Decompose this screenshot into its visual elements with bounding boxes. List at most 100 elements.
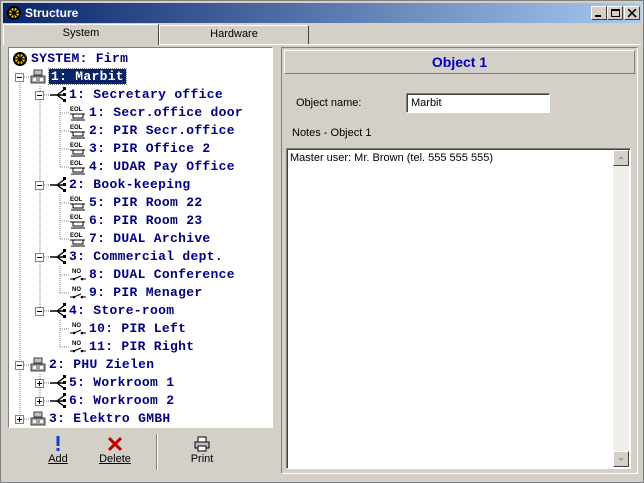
eol-input-icon: EOL bbox=[70, 215, 85, 229]
no-input-icon: NO bbox=[70, 323, 86, 335]
delete-button[interactable]: Delete bbox=[94, 430, 136, 472]
app-icon bbox=[7, 6, 21, 20]
group-icon bbox=[50, 249, 66, 264]
collapse-toggle[interactable] bbox=[15, 73, 24, 82]
svg-text:EOL: EOL bbox=[70, 197, 83, 203]
tree-node-label: 9: PIR Menager bbox=[89, 285, 203, 300]
eol-input-icon: EOL bbox=[70, 233, 85, 247]
toolbar-separator bbox=[156, 434, 158, 470]
scroll-up-button[interactable] bbox=[613, 150, 629, 166]
maximize-button[interactable] bbox=[607, 6, 623, 20]
delete-x-icon bbox=[108, 436, 122, 452]
details-header: Object 1 bbox=[284, 50, 635, 74]
eol-input-icon: EOL bbox=[70, 125, 85, 139]
panel-splitter[interactable] bbox=[275, 47, 279, 474]
svg-text:NO: NO bbox=[72, 341, 81, 347]
tree-node-label: 4: Store-room bbox=[69, 303, 175, 318]
tree-node-label: 3: PIR Office 2 bbox=[89, 141, 211, 156]
tree-node-label: 1: Secr.office door bbox=[89, 105, 243, 120]
tree-node-label: 1: Secretary office bbox=[69, 87, 223, 102]
minimize-button[interactable] bbox=[591, 6, 607, 20]
object-icon bbox=[30, 69, 46, 84]
print-button-label: Print bbox=[190, 453, 214, 465]
group-icon bbox=[50, 87, 66, 102]
tree-toolbar: Add Delete Print bbox=[8, 430, 273, 474]
window-title: Structure bbox=[25, 6, 79, 20]
tab-system[interactable]: System bbox=[3, 24, 159, 45]
svg-text:EOL: EOL bbox=[70, 125, 83, 131]
tree-node-label: 2: PHU Zielen bbox=[49, 357, 155, 372]
no-input-icon: NO bbox=[70, 341, 86, 353]
scroll-up-icon bbox=[618, 156, 624, 159]
svg-text:EOL: EOL bbox=[70, 233, 83, 239]
details-panel: Object 1 Object name: Notes - Object 1 M… bbox=[281, 47, 638, 474]
add-button[interactable]: Add bbox=[40, 430, 76, 472]
tree-node-label: 1: Marbit bbox=[48, 68, 127, 85]
svg-text:EOL: EOL bbox=[70, 107, 83, 113]
minimize-icon bbox=[595, 15, 601, 17]
object-name-label: Object name: bbox=[296, 97, 362, 109]
svg-text:NO: NO bbox=[72, 323, 81, 329]
tree-node-label: 7: DUAL Archive bbox=[89, 231, 211, 246]
object-icon bbox=[30, 357, 46, 372]
tab-hardware[interactable]: Hardware bbox=[159, 25, 309, 44]
collapse-toggle[interactable] bbox=[35, 181, 44, 190]
tree-node-label: 3: Elektro GMBH bbox=[49, 411, 171, 426]
collapse-toggle[interactable] bbox=[35, 307, 44, 316]
structure-tree[interactable]: SYSTEM: Firm 1: Marbit 1: Secretary offi… bbox=[8, 47, 273, 428]
tree-node-label: 6: PIR Room 23 bbox=[89, 213, 203, 228]
expand-toggle[interactable] bbox=[15, 415, 24, 424]
exclamation-icon bbox=[56, 436, 60, 451]
eol-input-icon: EOL bbox=[70, 161, 85, 175]
eol-input-icon: EOL bbox=[70, 107, 85, 121]
svg-text:NO: NO bbox=[72, 287, 81, 293]
scroll-down-icon bbox=[618, 458, 624, 461]
notes-text: Master user: Mr. Brown (tel. 555 555 555… bbox=[290, 152, 493, 164]
notes-scrollbar[interactable] bbox=[613, 150, 629, 467]
expand-toggle[interactable] bbox=[35, 379, 44, 388]
printer-icon bbox=[194, 436, 210, 452]
tab-hardware-label: Hardware bbox=[210, 28, 258, 40]
object-icon bbox=[30, 411, 46, 426]
eol-input-icon: EOL bbox=[70, 197, 85, 211]
tree-node-label: 2: PIR Secr.office bbox=[89, 123, 235, 138]
close-icon bbox=[628, 9, 637, 18]
svg-text:EOL: EOL bbox=[70, 143, 83, 149]
expand-toggle[interactable] bbox=[35, 397, 44, 406]
object-name-input[interactable] bbox=[406, 93, 550, 113]
add-button-label: Add bbox=[48, 453, 68, 465]
group-icon bbox=[50, 177, 66, 192]
notes-label: Notes - Object 1 bbox=[292, 127, 372, 139]
tree-node-label: 8: DUAL Conference bbox=[89, 267, 235, 282]
tree-node-label: 10: PIR Left bbox=[89, 321, 187, 336]
tab-system-label: System bbox=[62, 27, 100, 39]
tree-node-label: 11: PIR Right bbox=[89, 339, 195, 354]
notes-textarea[interactable]: Master user: Mr. Brown (tel. 555 555 555… bbox=[286, 148, 631, 469]
collapse-toggle[interactable] bbox=[35, 91, 44, 100]
collapse-toggle[interactable] bbox=[35, 253, 44, 262]
eol-input-icon: EOL bbox=[70, 143, 85, 157]
tree-node-label: 3: Commercial dept. bbox=[69, 249, 223, 264]
svg-text:NO: NO bbox=[72, 269, 81, 275]
tree-node-label: 5: Workroom 1 bbox=[69, 375, 175, 390]
tree-node-label: SYSTEM: Firm bbox=[31, 51, 129, 66]
tree-node-label: 2: Book-keeping bbox=[69, 177, 191, 192]
system-icon bbox=[13, 52, 27, 66]
title-bar[interactable]: Structure bbox=[3, 3, 641, 23]
tree-node-label: 6: Workroom 2 bbox=[69, 393, 175, 408]
group-icon bbox=[50, 393, 66, 408]
group-icon bbox=[50, 375, 66, 390]
structure-window: Structure System Hardware SYSTEM: Firm 1… bbox=[0, 0, 644, 483]
maximize-icon bbox=[611, 9, 620, 17]
close-button[interactable] bbox=[624, 6, 640, 20]
no-input-icon: NO bbox=[70, 287, 86, 299]
tree-node-label: 4: UDAR Pay Office bbox=[89, 159, 235, 174]
tree-node-label: 5: PIR Room 22 bbox=[89, 195, 203, 210]
collapse-toggle[interactable] bbox=[15, 361, 24, 370]
delete-button-label: Delete bbox=[99, 453, 131, 465]
svg-text:EOL: EOL bbox=[70, 215, 83, 221]
group-icon bbox=[50, 303, 66, 318]
print-button[interactable]: Print bbox=[184, 430, 220, 472]
scroll-down-button[interactable] bbox=[613, 451, 629, 467]
no-input-icon: NO bbox=[70, 269, 86, 281]
